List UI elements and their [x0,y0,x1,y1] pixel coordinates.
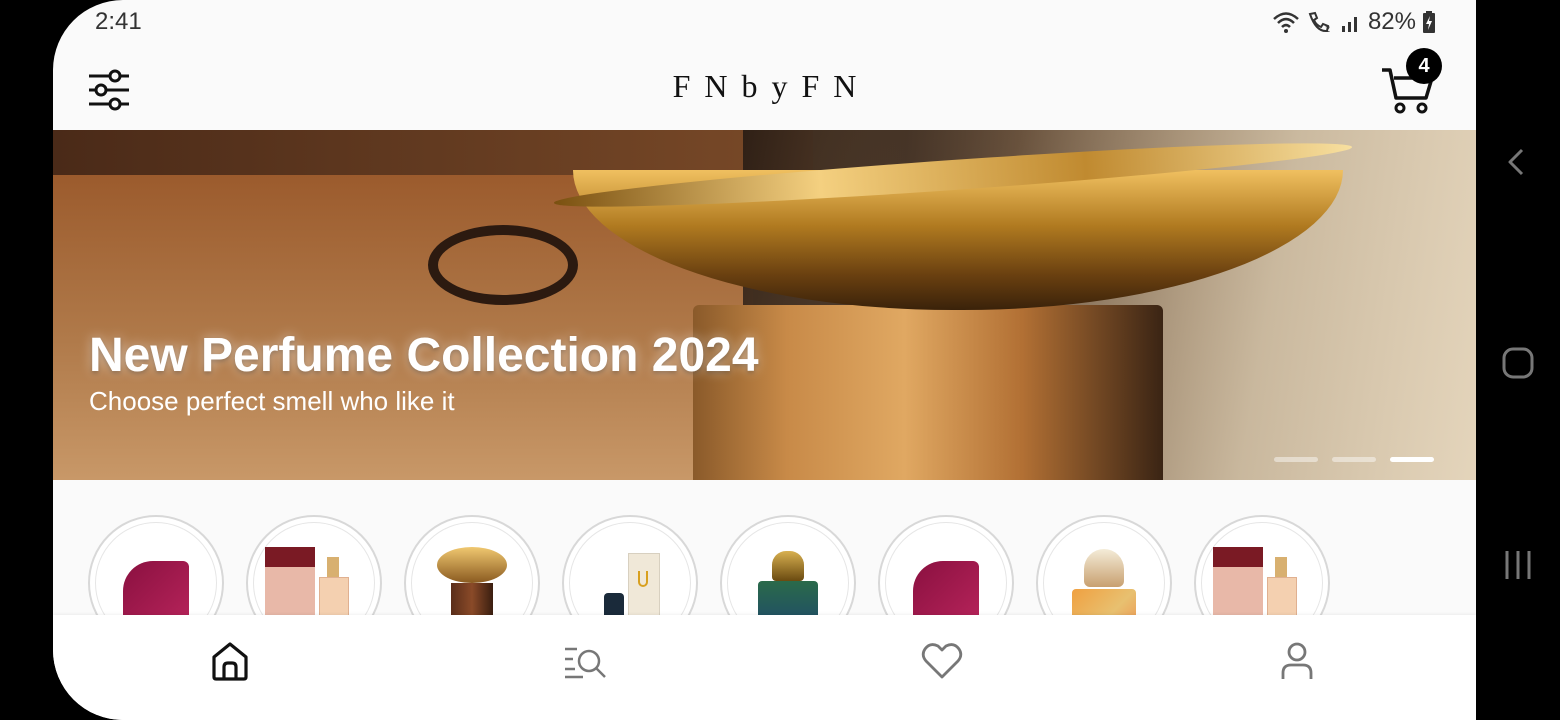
brand-logo: FNbyFN [672,68,871,104]
heart-icon[interactable] [920,639,964,683]
battery-charging-icon [1423,11,1435,33]
status-icons: 2 82% [1272,8,1436,36]
cart-count-badge: 4 [1406,48,1442,84]
banner-box-shadow [53,130,813,175]
carousel-dot-1[interactable] [1274,457,1318,462]
carousel-indicators [1274,457,1434,462]
bottom-navigation [53,615,1476,720]
signal-icon [1341,17,1357,32]
app-screen: 2:41 2 82% FNbyFN 4 New Perfume Collecti… [53,0,1476,720]
status-time: 2:41 [95,8,142,35]
banner-subtitle: Choose perfect smell who like it [89,386,455,416]
wifi-icon [1273,12,1299,33]
banner-perfume-stand [693,305,1163,480]
carousel-dot-2[interactable] [1332,457,1376,462]
wifi-calling-icon: 2 [1308,11,1330,34]
carousel-dot-3[interactable] [1390,457,1434,462]
status-bar: 2:41 2 82% [53,0,1476,44]
profile-icon[interactable] [1275,639,1319,683]
home-button-icon[interactable] [1498,343,1538,383]
home-icon[interactable] [208,639,252,683]
recents-icon[interactable] [1498,545,1538,585]
battery-percent: 82% [1367,8,1416,35]
banner-logo-emblem [428,225,578,305]
svg-text:2: 2 [1325,24,1330,34]
search-list-icon[interactable] [563,639,607,683]
promo-banner[interactable]: New Perfume Collection 2024 Choose perfe… [53,130,1476,480]
app-bar: FNbyFN 4 [53,44,1476,130]
back-icon[interactable] [1498,142,1538,182]
system-navigation-bar [1476,0,1560,720]
banner-title: New Perfume Collection 2024 [89,329,759,382]
